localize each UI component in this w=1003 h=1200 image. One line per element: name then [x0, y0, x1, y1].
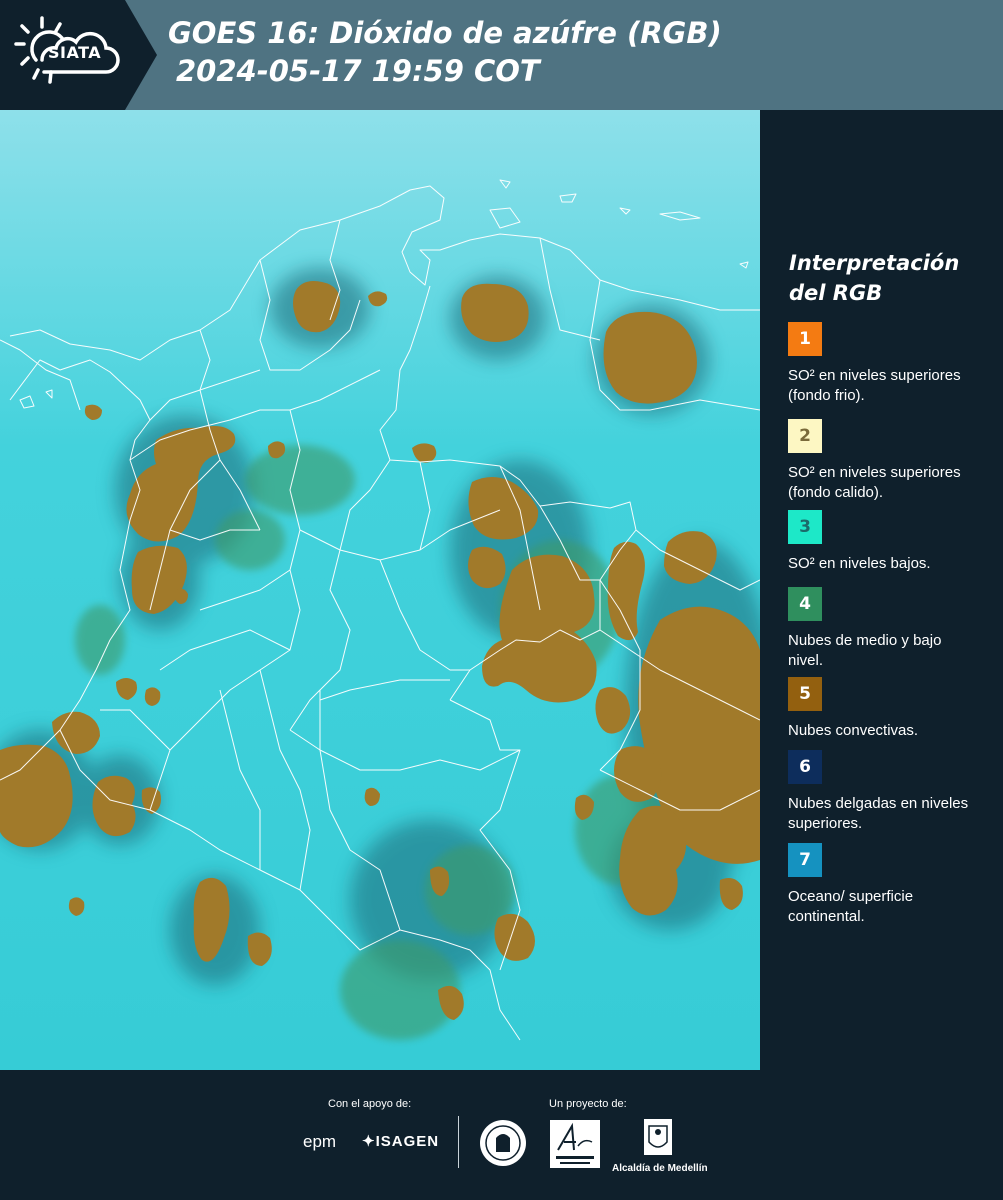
legend-text-7: Oceano/ superficie continental. — [788, 888, 914, 925]
legend-swatch-5: 5 — [788, 677, 822, 711]
title-line-2: 2024-05-17 19:59 COT — [176, 54, 540, 88]
legend-title-line-2: del RGB — [789, 281, 883, 305]
legend-text-1: SO² en niveles superiores (fondo frio). — [788, 367, 961, 404]
legend-swatch-7: 7 — [788, 843, 822, 877]
legend-number-3: 3 — [799, 517, 811, 537]
isagen-logo: ✦ISAGEN — [362, 1132, 439, 1150]
legend-item-1: 1 SO² en niveles superiores (fondo frio)… — [788, 322, 988, 406]
footer-divider — [458, 1116, 459, 1168]
legend-title-line-1: Interpretación — [789, 251, 960, 275]
epm-logo: epm — [303, 1132, 336, 1152]
satellite-map[interactable] — [0, 110, 760, 1070]
legend-swatch-4: 4 — [788, 587, 822, 621]
page-title: GOES 16: Dióxido de azúfre (RGB) 2024-05… — [168, 14, 722, 90]
legend-number-7: 7 — [799, 850, 811, 870]
legend-swatch-2: 2 — [788, 419, 822, 453]
siata-logo-text: SIATA — [48, 43, 102, 62]
legend-text-4: Nubes de medio y bajo nivel. — [788, 632, 942, 669]
legend-item-4: 4 Nubes de medio y bajo nivel. — [788, 587, 988, 671]
alcaldia-text: Alcaldía de Medellín — [612, 1163, 708, 1174]
footer: Con el apoyo de: Un proyecto de: epm ✦IS… — [0, 1070, 1003, 1200]
area-metropolitana-logo — [550, 1120, 600, 1168]
university-seal-icon — [480, 1120, 526, 1166]
legend-swatch-6: 6 — [788, 750, 822, 784]
legend-item-5: 5 Nubes convectivas. — [788, 677, 988, 741]
legend-item-3: 3 SO² en niveles bajos. — [788, 510, 988, 574]
legend-text-5: Nubes convectivas. — [788, 722, 919, 739]
support-label: Con el apoyo de: — [328, 1098, 412, 1110]
legend-text-3: SO² en niveles bajos. — [788, 555, 931, 572]
legend-number-1: 1 — [799, 329, 811, 349]
title-line-1: GOES 16: Dióxido de azúfre (RGB) — [168, 16, 722, 50]
isagen-star-icon: ✦ — [362, 1133, 376, 1150]
header-bar: SIATA GOES 16: Dióxido de azúfre (RGB) 2… — [0, 0, 1003, 110]
legend-item-2: 2 SO² en niveles superiores (fondo calid… — [788, 419, 988, 503]
medellin-shield-icon — [644, 1119, 672, 1155]
isagen-logo-text: ISAGEN — [375, 1133, 440, 1150]
alcaldia-medellin-logo: Alcaldía de Medellín — [612, 1118, 708, 1174]
legend-number-5: 5 — [799, 684, 811, 704]
legend-swatch-1: 1 — [788, 322, 822, 356]
epm-logo-text: epm — [303, 1132, 337, 1151]
legend-text-2: SO² en niveles superiores (fondo calido)… — [788, 464, 961, 501]
legend-item-6: 6 Nubes delgadas en niveles superiores. — [788, 750, 988, 834]
legend-item-7: 7 Oceano/ superficie continental. — [788, 843, 988, 927]
legend-text-6: Nubes delgadas en niveles superiores. — [788, 795, 969, 832]
project-label: Un proyecto de: — [549, 1098, 627, 1110]
legend-number-2: 2 — [799, 426, 811, 446]
legend-swatch-3: 3 — [788, 510, 822, 544]
legend-number-6: 6 — [799, 757, 811, 777]
legend-title: Interpretación del RGB — [789, 248, 989, 308]
legend-panel: Interpretación del RGB 1 SO² en niveles … — [760, 110, 1003, 1070]
legend-number-4: 4 — [799, 594, 811, 614]
satellite-image — [0, 110, 760, 1070]
logo-panel: SIATA — [0, 0, 157, 110]
